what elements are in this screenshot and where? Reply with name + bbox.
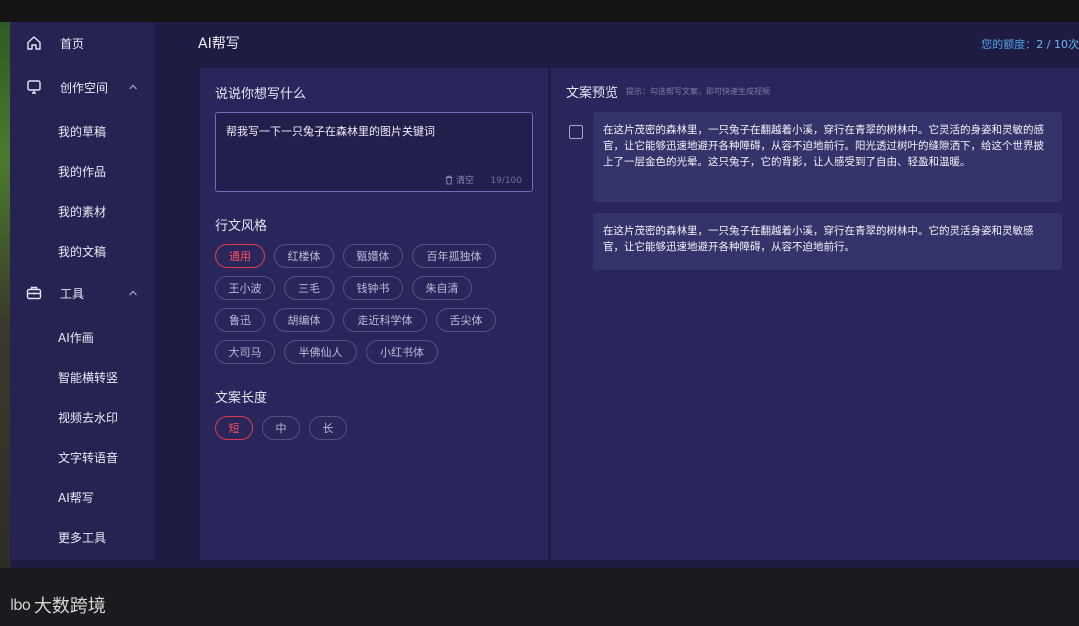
sidebar-item-label: 首页 bbox=[60, 36, 85, 51]
page-title: AI帮写 bbox=[198, 36, 240, 52]
sidebar-item-label: 文字转语音 bbox=[58, 450, 119, 465]
sidebar-item-remove-watermark[interactable]: 视频去水印 bbox=[10, 402, 155, 432]
quota-indicator: 您的额度：2 / 10次 bbox=[981, 36, 1079, 52]
style-chip-zhuziqing[interactable]: 朱自清 bbox=[412, 276, 472, 300]
watermark: lbo 大数跨境 bbox=[10, 592, 106, 618]
background-strip bbox=[0, 22, 10, 568]
prompt-title: 说说你想写什么 bbox=[215, 87, 307, 102]
prompt-text: 帮我写一下一只兔子在森林里的图片关键词 bbox=[226, 125, 435, 138]
result-card[interactable]: 在这片茂密的森林里，一只兔子在翻越着小溪，穿行在青翠的树林中。它灵活的身姿和灵敏… bbox=[593, 112, 1062, 202]
style-chip-hubian[interactable]: 胡编体 bbox=[274, 308, 334, 332]
result-text: 在这片茂密的森林里，一只兔子在翻越着小溪，穿行在青翠的树林中。它灵活的身姿和灵敏… bbox=[603, 124, 1044, 168]
style-chip-honglou[interactable]: 红楼体 bbox=[274, 244, 334, 268]
length-title: 文案长度 bbox=[215, 391, 268, 406]
prompt-textarea[interactable]: 帮我写一下一只兔子在森林里的图片关键词 清空 19/100 bbox=[215, 112, 533, 192]
clear-button[interactable]: 清空 bbox=[444, 173, 474, 186]
result-text: 在这片茂密的森林里，一只兔子在翻越着小溪，穿行在青翠的树林中。它的灵活身姿和灵敏… bbox=[603, 225, 1034, 253]
preview-hint: 提示：勾选帮写文案，即可快速生成视频 bbox=[626, 87, 770, 96]
length-chip-long[interactable]: 长 bbox=[309, 416, 347, 440]
sidebar-item-label: 更多工具 bbox=[58, 530, 107, 545]
style-chip-sanmao[interactable]: 三毛 bbox=[284, 276, 334, 300]
watermark-logo: lbo bbox=[10, 596, 31, 614]
sidebar-item-label: 我的作品 bbox=[58, 164, 107, 179]
style-title: 行文风格 bbox=[215, 219, 268, 234]
sidebar-item-ai-writing[interactable]: AI帮写 bbox=[10, 482, 155, 512]
sidebar-group-label: 创作空间 bbox=[60, 80, 109, 95]
home-icon bbox=[27, 36, 41, 50]
sidebar-item-text-to-speech[interactable]: 文字转语音 bbox=[10, 442, 155, 472]
style-chip-qianzhongshu[interactable]: 钱钟书 bbox=[343, 276, 403, 300]
quota-value: 2 / 10次 bbox=[1036, 38, 1079, 51]
style-chip-general[interactable]: 通用 bbox=[215, 244, 265, 268]
style-chip-solitude[interactable]: 百年孤独体 bbox=[412, 244, 496, 268]
style-chip-wangxiaobo[interactable]: 王小波 bbox=[215, 276, 275, 300]
style-chip-banfo[interactable]: 半佛仙人 bbox=[284, 340, 357, 364]
length-chip-short[interactable]: 短 bbox=[215, 416, 253, 440]
preview-title: 文案预览 bbox=[566, 86, 619, 101]
sidebar-group-label: 工具 bbox=[60, 286, 85, 301]
sidebar-group-creation[interactable]: 创作空间 bbox=[10, 72, 155, 102]
sidebar-item-label: 我的草稿 bbox=[58, 124, 107, 139]
chevron-up-icon bbox=[129, 84, 137, 90]
sidebar-item-label: AI作画 bbox=[58, 330, 94, 345]
sidebar-item-more-tools[interactable]: 更多工具 bbox=[10, 522, 155, 552]
sidebar-item-label: AI帮写 bbox=[58, 490, 94, 505]
style-chip-science[interactable]: 走近科学体 bbox=[343, 308, 427, 332]
style-chip-dasima[interactable]: 大司马 bbox=[215, 340, 275, 364]
toolbox-icon bbox=[26, 286, 42, 300]
length-chip-medium[interactable]: 中 bbox=[262, 416, 300, 440]
style-chip-zhenhuan[interactable]: 甄嬛体 bbox=[343, 244, 403, 268]
preview-panel: 文案预览 提示：勾选帮写文案，即可快速生成视频 在这片茂密的森林里，一只兔子在翻… bbox=[551, 68, 1079, 560]
sidebar-item-label: 智能横转竖 bbox=[58, 370, 119, 385]
sidebar-item-works[interactable]: 我的作品 bbox=[10, 156, 155, 186]
char-count: 19/100 bbox=[490, 176, 522, 186]
chevron-up-icon bbox=[129, 290, 137, 296]
result-checkbox[interactable] bbox=[569, 125, 583, 139]
sidebar-item-label: 我的文稿 bbox=[58, 244, 107, 259]
result-card[interactable]: 在这片茂密的森林里，一只兔子在翻越着小溪，穿行在青翠的树林中。它的灵活身姿和灵敏… bbox=[593, 213, 1062, 270]
sidebar-item-drafts[interactable]: 我的草稿 bbox=[10, 116, 155, 146]
style-chip-xiaohongshu[interactable]: 小红书体 bbox=[366, 340, 438, 364]
style-chip-shejian[interactable]: 舌尖体 bbox=[436, 308, 496, 332]
sidebar-divider bbox=[155, 22, 156, 560]
sidebar-item-label: 我的素材 bbox=[58, 204, 107, 219]
window-top-strip bbox=[0, 0, 1079, 22]
sidebar-item-home[interactable]: 首页 bbox=[10, 28, 155, 58]
sidebar: 首页 创作空间 我的草稿 我的作品 我的素材 我的文稿 工具 AI作画 智能横转… bbox=[10, 22, 155, 560]
input-panel: 说说你想写什么 帮我写一下一只兔子在森林里的图片关键词 清空 19/100 行文… bbox=[200, 68, 548, 560]
sidebar-item-documents[interactable]: 我的文稿 bbox=[10, 236, 155, 266]
sidebar-item-label: 视频去水印 bbox=[58, 410, 119, 425]
sidebar-group-tools[interactable]: 工具 bbox=[10, 278, 155, 308]
sidebar-item-landscape-to-portrait[interactable]: 智能横转竖 bbox=[10, 362, 155, 392]
sidebar-item-assets[interactable]: 我的素材 bbox=[10, 196, 155, 226]
watermark-text: 大数跨境 bbox=[33, 596, 106, 617]
quota-label: 您的额度： bbox=[981, 38, 1037, 51]
clear-label: 清空 bbox=[456, 176, 475, 186]
style-chip-luxun[interactable]: 鲁迅 bbox=[215, 308, 265, 332]
sidebar-item-ai-painting[interactable]: AI作画 bbox=[10, 322, 155, 352]
app-window: 首页 创作空间 我的草稿 我的作品 我的素材 我的文稿 工具 AI作画 智能横转… bbox=[10, 22, 1079, 568]
monitor-bulb-icon bbox=[27, 80, 41, 94]
trash-icon bbox=[445, 175, 453, 184]
